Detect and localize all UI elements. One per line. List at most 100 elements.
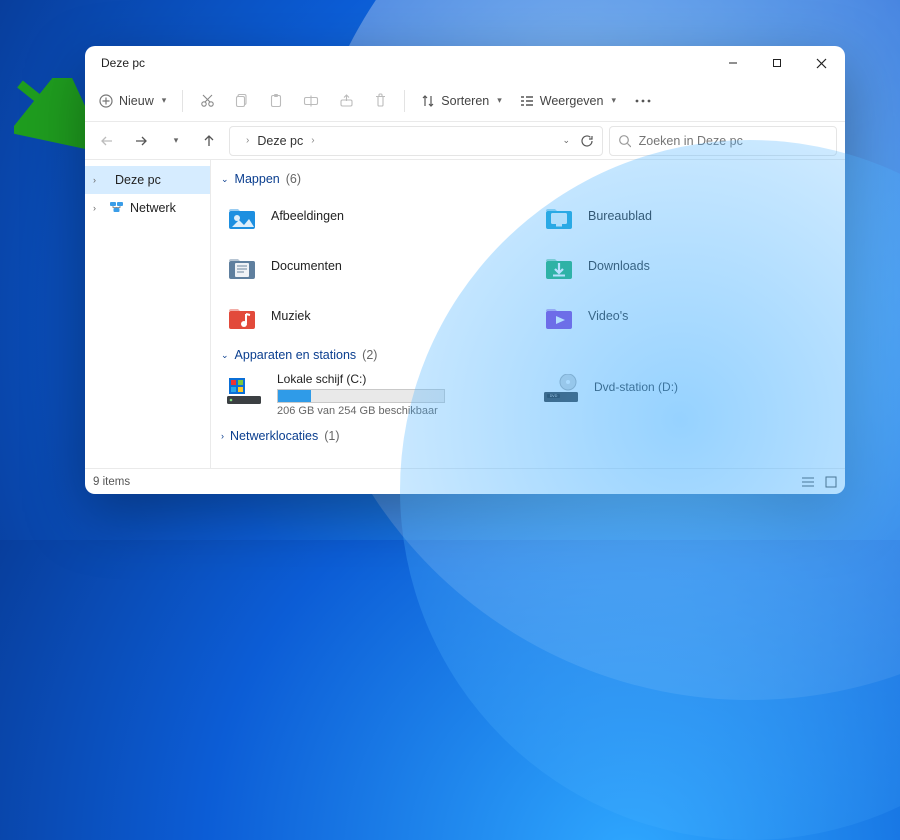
titlebar: Deze pc — [85, 46, 845, 80]
status-text: 9 items — [93, 476, 130, 488]
close-button[interactable] — [799, 46, 843, 80]
details-view-icon[interactable] — [801, 476, 815, 488]
svg-text:DVD: DVD — [550, 394, 558, 398]
view-icon — [520, 95, 534, 107]
delete-button[interactable] — [365, 86, 396, 116]
explorer-window: Deze pc Nieuw ▾ — [85, 46, 845, 494]
dvd-drive-icon: DVD — [542, 372, 582, 406]
sidebar-item-network[interactable]: › Netwerk — [85, 194, 210, 222]
paste-button[interactable] — [260, 86, 292, 116]
search-input[interactable] — [639, 134, 828, 148]
search-box[interactable] — [609, 126, 837, 156]
group-header-network[interactable]: › Netwerklocaties (1) — [221, 429, 835, 443]
window-title: Deze pc — [101, 56, 145, 70]
arrow-up-icon — [202, 134, 216, 148]
navigation-row: ▾ › Deze pc › ⌄ — [85, 122, 845, 160]
chevron-down-icon: ⌄ — [221, 350, 229, 361]
folder-icon — [225, 251, 259, 281]
more-button[interactable] — [626, 86, 660, 116]
ellipsis-icon — [635, 99, 651, 103]
folder-label: Bureaublad — [588, 209, 652, 223]
folder-icon — [542, 201, 576, 231]
drive-dvd[interactable]: DVD Dvd-station (D:) — [538, 370, 835, 419]
chevron-down-icon[interactable]: ⌄ — [562, 135, 570, 146]
chevron-down-icon: ⌄ — [221, 174, 229, 185]
sort-button[interactable]: Sorteren ▾ — [413, 86, 509, 116]
rename-button[interactable] — [294, 86, 328, 116]
breadcrumb[interactable]: Deze pc — [257, 134, 303, 148]
folder-item-desktop[interactable]: Bureaublad — [538, 194, 835, 238]
chevron-down-icon: ▾ — [611, 95, 616, 106]
group-header-folders[interactable]: ⌄ Mappen (6) — [221, 172, 835, 186]
large-icons-view-icon[interactable] — [825, 476, 837, 488]
folder-label: Afbeeldingen — [271, 209, 344, 223]
folder-icon — [225, 201, 259, 231]
group-count: (1) — [324, 429, 339, 443]
view-label: Weergeven — [540, 94, 604, 108]
drive-subtext: 206 GB van 254 GB beschikbaar — [277, 405, 445, 417]
chevron-down-icon: ▾ — [497, 95, 502, 106]
copy-icon — [235, 93, 249, 108]
folder-label: Documenten — [271, 259, 342, 273]
network-icon — [109, 201, 124, 216]
chevron-right-icon: › — [93, 203, 103, 213]
cut-button[interactable] — [191, 86, 224, 116]
group-label: Mappen — [235, 172, 280, 186]
sidebar-item-label: Deze pc — [115, 173, 161, 187]
separator — [404, 90, 405, 112]
group-count: (6) — [286, 172, 301, 186]
folder-icon — [542, 301, 576, 331]
folder-icon — [542, 251, 576, 281]
folder-label: Video's — [588, 309, 628, 323]
sidebar: › Deze pc › Netwerk — [85, 160, 211, 468]
address-bar[interactable]: › Deze pc › ⌄ — [229, 126, 603, 156]
chevron-down-icon: ▾ — [174, 135, 179, 146]
sort-icon — [421, 94, 435, 108]
group-header-devices[interactable]: ⌄ Apparaten en stations (2) — [221, 348, 835, 362]
arrow-right-icon — [134, 134, 148, 148]
back-button[interactable] — [93, 127, 121, 155]
chevron-right-icon: › — [221, 431, 224, 441]
share-button[interactable] — [330, 86, 363, 116]
paste-icon — [269, 93, 283, 108]
sidebar-item-this-pc[interactable]: › Deze pc — [85, 166, 210, 194]
refresh-icon[interactable] — [580, 134, 594, 148]
plus-circle-icon — [99, 94, 113, 108]
new-button[interactable]: Nieuw ▾ — [91, 86, 174, 116]
maximize-button[interactable] — [755, 46, 799, 80]
folder-item-videos[interactable]: Video's — [538, 294, 835, 338]
separator — [182, 90, 183, 112]
recent-button[interactable]: ▾ — [161, 127, 189, 155]
group-label: Netwerklocaties — [230, 429, 318, 443]
search-icon — [618, 134, 631, 148]
new-label: Nieuw — [119, 94, 154, 108]
share-icon — [339, 94, 354, 108]
minimize-button[interactable] — [711, 46, 755, 80]
status-bar: 9 items — [85, 468, 845, 494]
folder-icon — [225, 301, 259, 331]
folder-item-documents[interactable]: Documenten — [221, 244, 518, 288]
view-button[interactable]: Weergeven ▾ — [512, 86, 624, 116]
folder-item-pictures[interactable]: Afbeeldingen — [221, 194, 518, 238]
toolbar: Nieuw ▾ Sorteren ▾ Weergeven — [85, 80, 845, 122]
chevron-right-icon: › — [311, 135, 314, 146]
folder-item-music[interactable]: Muziek — [221, 294, 518, 338]
drive-label: Lokale schijf (C:) — [277, 372, 445, 386]
rename-icon — [303, 94, 319, 108]
chevron-right-icon: › — [246, 135, 249, 146]
trash-icon — [374, 93, 387, 108]
hard-drive-icon — [225, 372, 265, 406]
drive-local[interactable]: Lokale schijf (C:) 206 GB van 254 GB bes… — [221, 370, 518, 419]
chevron-down-icon: ▾ — [162, 95, 167, 106]
forward-button[interactable] — [127, 127, 155, 155]
up-button[interactable] — [195, 127, 223, 155]
folder-item-downloads[interactable]: Downloads — [538, 244, 835, 288]
group-count: (2) — [362, 348, 377, 362]
chevron-right-icon: › — [93, 175, 103, 185]
drive-label: Dvd-station (D:) — [594, 380, 678, 394]
copy-button[interactable] — [226, 86, 258, 116]
folder-label: Muziek — [271, 309, 311, 323]
capacity-bar — [277, 389, 445, 403]
group-label: Apparaten en stations — [235, 348, 357, 362]
content-area: ⌄ Mappen (6) Afbeeldingen Bureaublad Docum… — [211, 160, 845, 468]
